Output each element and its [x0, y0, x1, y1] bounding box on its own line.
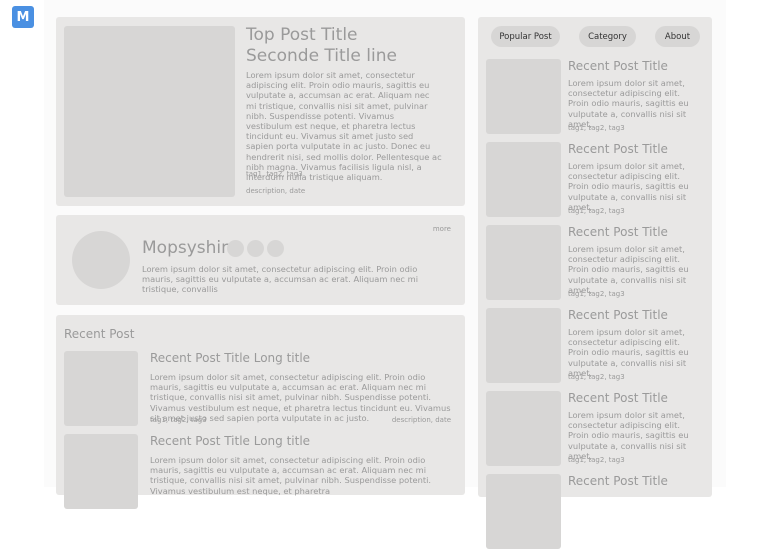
social-icon[interactable] [247, 240, 264, 257]
social-icon[interactable] [267, 240, 284, 257]
top-post-title-line2[interactable]: Seconde Title line [246, 46, 397, 67]
post-body: Lorem ipsum dolor sit amet, consectetur … [568, 244, 689, 295]
post-thumbnail[interactable] [486, 308, 561, 383]
logo[interactable]: M [12, 6, 34, 28]
post-tags[interactable]: tag1, tag2, tag3 [568, 124, 625, 133]
side-post-item[interactable]: Recent Post Title Lorem ipsum dolor sit … [478, 308, 712, 386]
side-post-item[interactable]: Recent Post Title Lorem ipsum dolor sit … [478, 225, 712, 303]
post-body: Lorem ipsum dolor sit amet, consectetur … [568, 327, 689, 378]
list-item[interactable]: Recent Post Title Long title Lorem ipsum… [56, 434, 465, 512]
post-thumbnail[interactable] [64, 434, 138, 509]
profile-bio: Lorem ipsum dolor sit amet, consectetur … [142, 264, 419, 295]
post-thumbnail[interactable] [486, 474, 561, 549]
post-tags[interactable]: tag1, tag2, tag3 [568, 373, 625, 382]
about-button[interactable]: About [655, 26, 700, 47]
post-thumbnail[interactable] [64, 351, 138, 426]
side-post-item[interactable]: Recent Post Title [478, 474, 712, 552]
post-body: Lorem ipsum dolor sit amet, consectetur … [150, 455, 432, 496]
post-tags[interactable]: tag1, tag2, tag3 [568, 290, 625, 299]
post-body: Lorem ipsum dolor sit amet, consectetur … [568, 410, 689, 461]
top-post-tags[interactable]: tag1, tag2, tag3 [246, 170, 303, 179]
post-thumbnail[interactable] [486, 225, 561, 300]
post-thumbnail[interactable] [486, 142, 561, 217]
top-post-image[interactable] [64, 26, 235, 197]
top-post-body: Lorem ipsum dolor sit amet, consectetur … [246, 70, 442, 183]
post-title[interactable]: Recent Post Title Long title [150, 434, 310, 448]
popular-post-button[interactable]: Popular Post [491, 26, 560, 47]
avatar[interactable] [72, 231, 130, 289]
post-title[interactable]: Recent Post Title [568, 308, 668, 322]
more-link[interactable]: more [433, 225, 451, 233]
side-post-item[interactable]: Recent Post Title Lorem ipsum dolor sit … [478, 59, 712, 137]
post-thumbnail[interactable] [486, 391, 561, 466]
post-title[interactable]: Recent Post Title Long title [150, 351, 310, 365]
recent-post-section: Recent Post Recent Post Title Long title… [56, 315, 465, 509]
profile-card: Mopsyshin more Lorem ipsum dolor sit ame… [56, 215, 465, 305]
post-tags[interactable]: tag1, tag2, tag3 [568, 456, 625, 465]
post-description: description, date [391, 416, 451, 424]
post-tags[interactable]: tag1, tag2, tag3 [150, 416, 207, 425]
post-tags[interactable]: tag1, tag2, tag3 [568, 207, 625, 216]
list-item[interactable]: Recent Post Title Long title Lorem ipsum… [56, 351, 465, 429]
post-title[interactable]: Recent Post Title [568, 59, 668, 73]
profile-name: Mopsyshin [142, 238, 232, 258]
post-title[interactable]: Recent Post Title [568, 142, 668, 156]
post-body: Lorem ipsum dolor sit amet, consectetur … [568, 161, 689, 212]
top-post-title-line1[interactable]: Top Post Title [246, 25, 358, 46]
recent-post-heading: Recent Post [64, 327, 135, 341]
social-icons [227, 240, 284, 257]
top-post-description: description, date [246, 187, 306, 195]
side-post-item[interactable]: Recent Post Title Lorem ipsum dolor sit … [478, 142, 712, 220]
social-icon[interactable] [227, 240, 244, 257]
top-post-card[interactable]: Top Post Title Seconde Title line Lorem … [56, 17, 465, 206]
post-body: Lorem ipsum dolor sit amet, consectetur … [568, 78, 689, 129]
sidebar: Popular Post Category About Recent Post … [478, 17, 712, 549]
post-title[interactable]: Recent Post Title [568, 225, 668, 239]
side-post-item[interactable]: Recent Post Title Lorem ipsum dolor sit … [478, 391, 712, 469]
category-button[interactable]: Category [579, 26, 636, 47]
post-thumbnail[interactable] [486, 59, 561, 134]
post-title[interactable]: Recent Post Title [568, 474, 668, 488]
post-title[interactable]: Recent Post Title [568, 391, 668, 405]
